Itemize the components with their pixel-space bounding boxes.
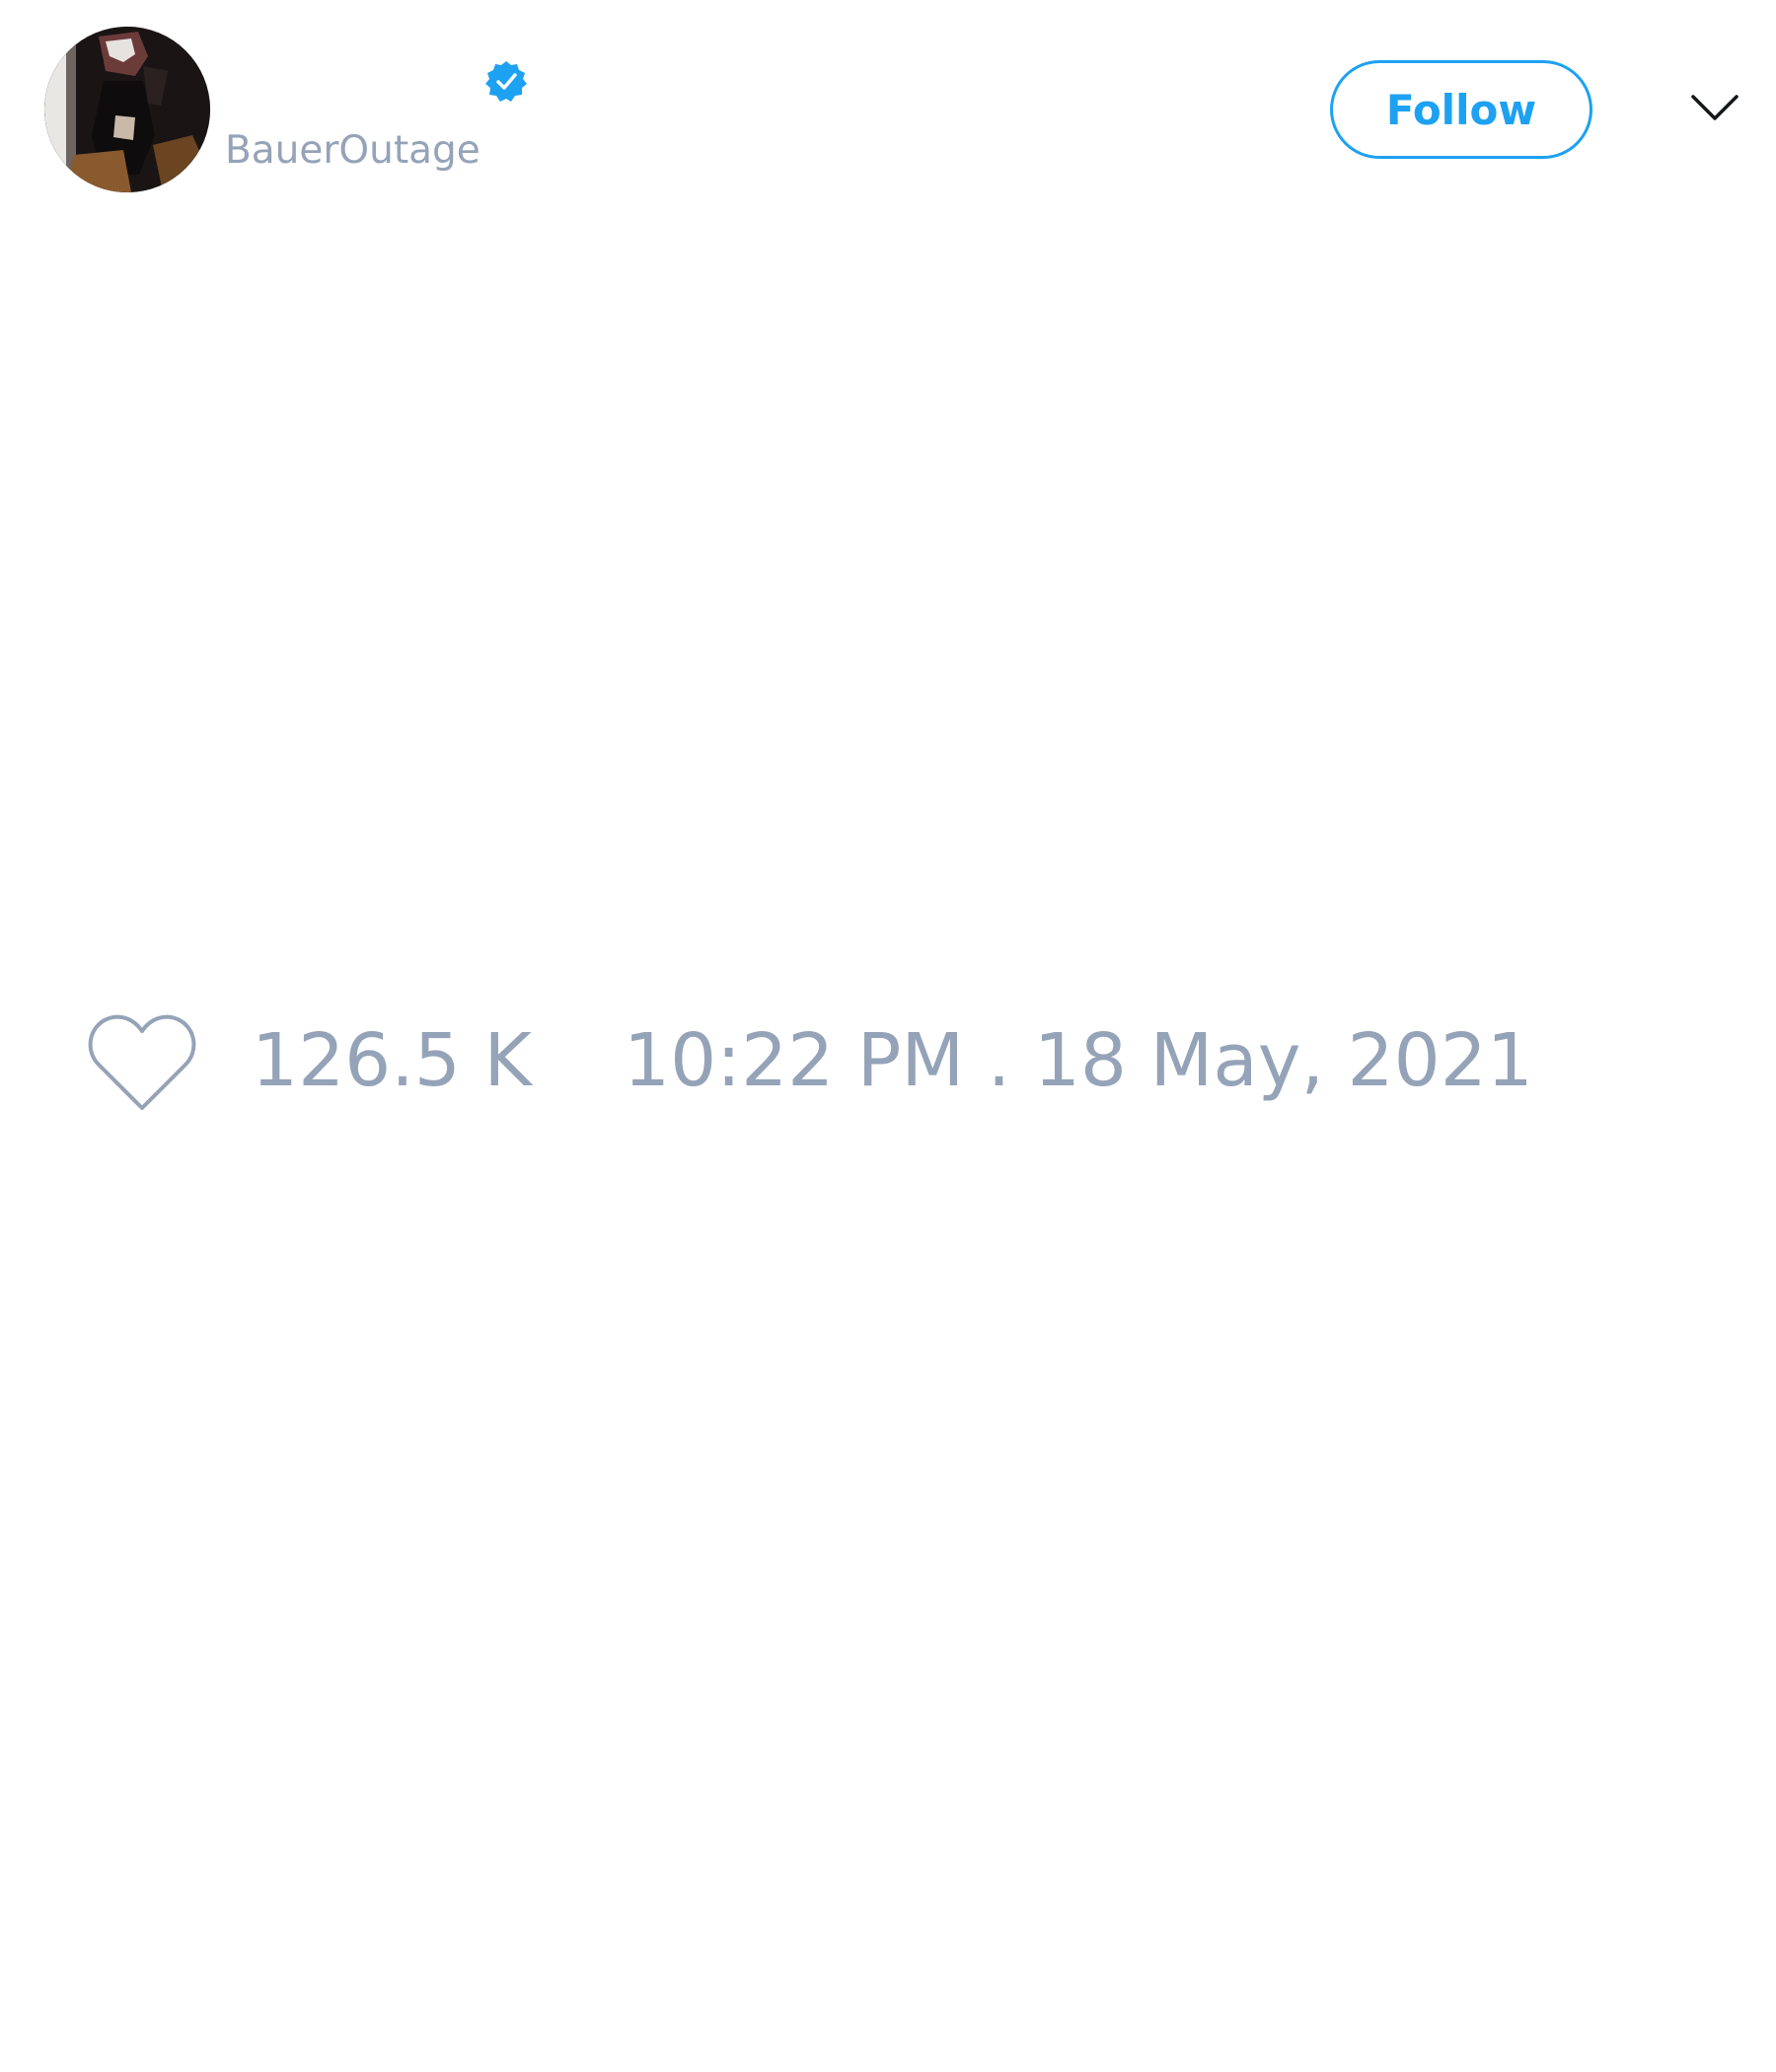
tweet-header: BauerOutage Follow (0, 0, 1776, 217)
verified-badge-icon (485, 61, 527, 102)
follow-button[interactable]: Follow (1330, 60, 1592, 159)
chevron-down-icon[interactable] (1689, 87, 1740, 126)
tweet-timestamp[interactable]: 10:22 PM . 18 May, 2021 (624, 1016, 1533, 1105)
avatar[interactable] (44, 27, 210, 192)
avatar-image (44, 27, 210, 192)
author-handle[interactable]: BauerOutage (225, 126, 481, 176)
tweet-card: BauerOutage Follow 126.5 K 10:22 PM . 18… (0, 0, 1776, 2072)
heart-outline-icon[interactable] (87, 1011, 197, 1112)
tweet-footer: 126.5 K 10:22 PM . 18 May, 2021 (0, 997, 1776, 1135)
like-count: 126.5 K (252, 1018, 532, 1103)
